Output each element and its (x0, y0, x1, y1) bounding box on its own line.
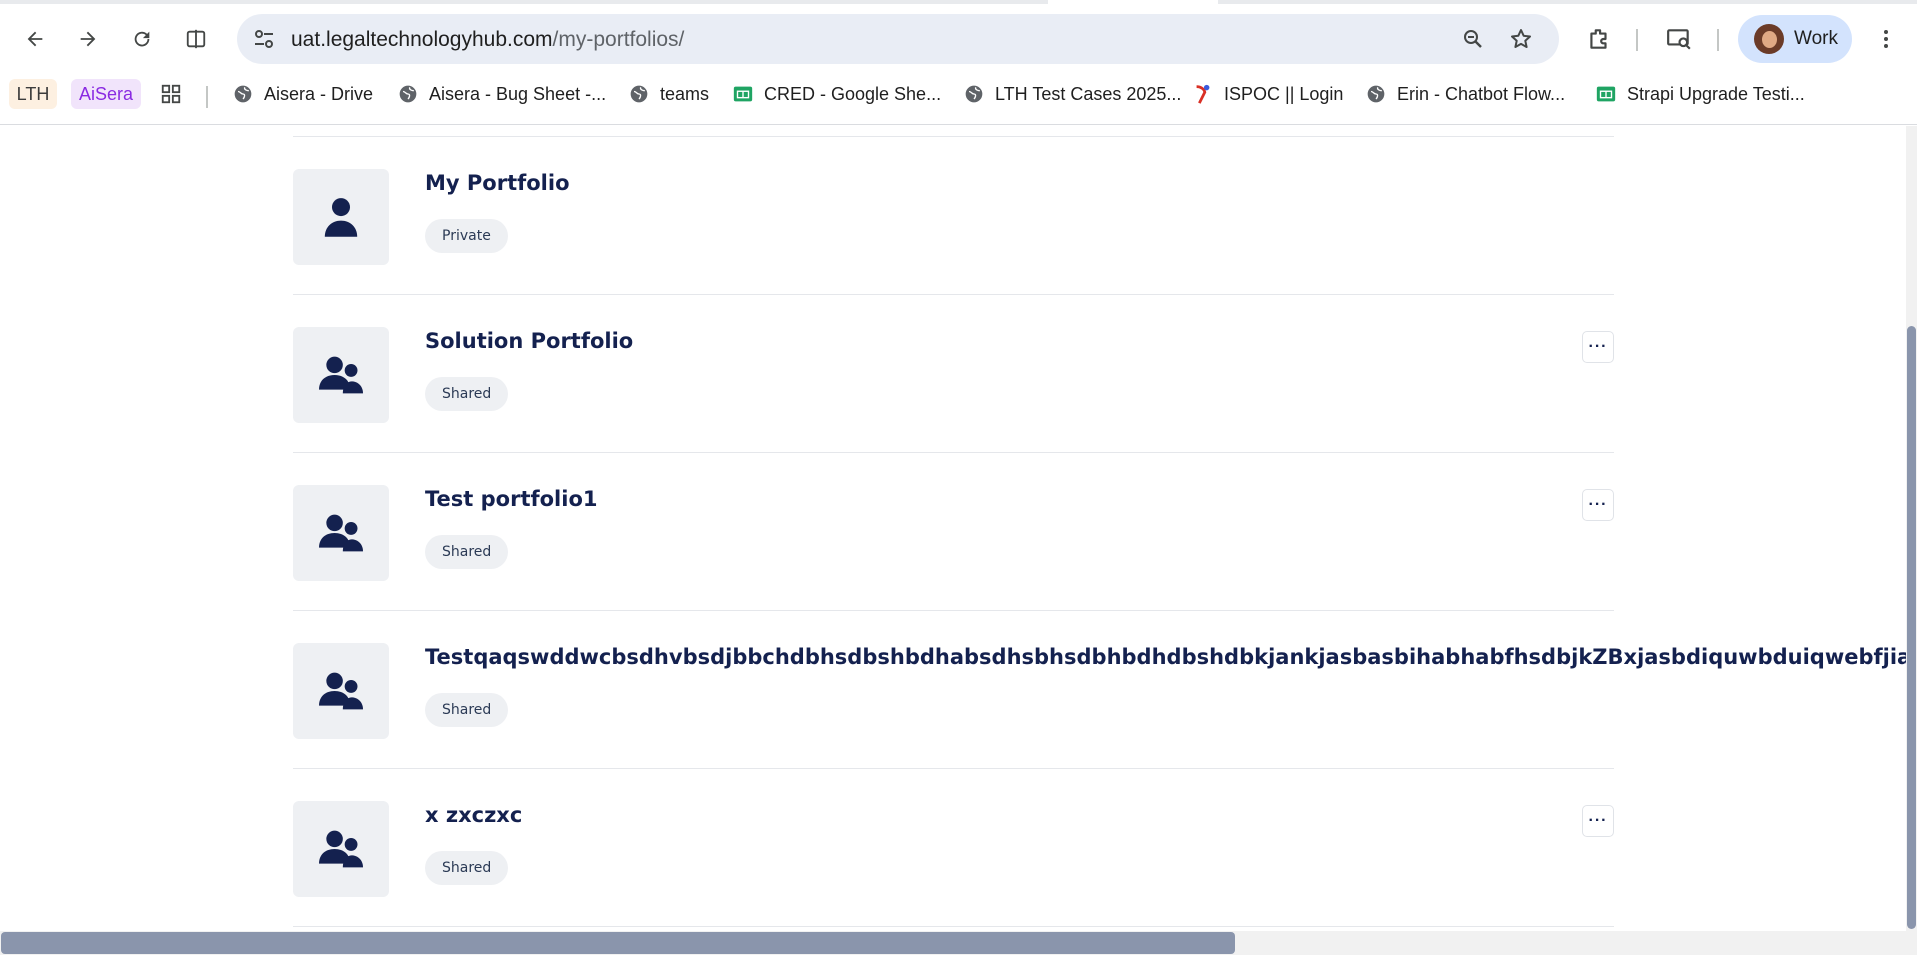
portfolio-title[interactable]: Test portfolio1 (425, 487, 597, 511)
split-view-button[interactable] (176, 19, 216, 59)
toolbar-separator (1636, 29, 1638, 51)
bookmark-item[interactable]: ISPOC || Login (1192, 79, 1343, 109)
more-options-button[interactable]: ··· (1582, 489, 1614, 521)
more-options-button[interactable]: ··· (1582, 805, 1614, 837)
visibility-badge: Shared (425, 693, 509, 727)
globe-icon (963, 83, 985, 105)
horizontal-scroll-thumb[interactable] (1, 932, 1235, 954)
ispoc-icon (1192, 83, 1214, 105)
vertical-scroll-thumb[interactable] (1907, 326, 1916, 929)
portfolio-thumbnail[interactable] (293, 327, 389, 423)
visibility-badge: Private (425, 219, 508, 253)
portfolio-title[interactable]: My Portfolio (425, 171, 570, 195)
globe-icon (232, 83, 254, 105)
bookmark-star-button[interactable] (1507, 25, 1535, 53)
url-path: /my-portfolios/ (552, 28, 685, 51)
bookmark-label: LTH (16, 83, 50, 104)
cast-search-icon (1667, 29, 1691, 50)
extensions-button[interactable] (1579, 19, 1619, 59)
bookmark-label: Aisera - Bug Sheet -... (429, 83, 607, 104)
cast-button[interactable] (1659, 19, 1699, 59)
users-icon (319, 356, 363, 394)
apps-button[interactable] (160, 79, 192, 109)
back-button[interactable] (15, 19, 55, 59)
portfolio-row-x-zxczxc[interactable]: x zxczxc Shared ··· (293, 769, 1614, 927)
forward-button[interactable] (68, 19, 108, 59)
portfolio-thumbnail[interactable] (293, 169, 389, 265)
bookmark-aisera[interactable]: AiSera (71, 79, 141, 109)
users-icon (319, 514, 363, 552)
site-info-button[interactable] (249, 24, 279, 54)
toolbar-separator (1717, 29, 1719, 51)
portfolio-row-testqaqs[interactable]: Shared (293, 611, 1614, 769)
page-content: My Portfolio Private Solution Portfolio … (0, 126, 1906, 931)
reload-button[interactable] (122, 19, 162, 59)
sheets-icon (732, 83, 754, 105)
arrow-left-icon (27, 31, 43, 47)
users-icon (319, 830, 363, 868)
portfolio-row-my-portfolio[interactable]: My Portfolio Private (293, 137, 1614, 295)
address-bar[interactable]: uat.legaltechnologyhub.com/my-portfolios… (237, 14, 1559, 64)
url-text[interactable]: uat.legaltechnologyhub.com/my-portfolios… (291, 28, 684, 52)
visibility-badge: Shared (425, 535, 509, 569)
zoom-icon (1464, 30, 1482, 48)
portfolio-thumbnail[interactable] (293, 485, 389, 581)
split-view-icon (186, 29, 206, 49)
bookmark-label: Strapi Upgrade Testi... (1627, 83, 1805, 104)
users-icon (319, 672, 363, 710)
portfolio-title[interactable]: x zxczxc (425, 803, 522, 827)
visibility-badge: Shared (425, 377, 509, 411)
bookmark-label: Erin - Chatbot Flow... (1397, 83, 1566, 104)
bookmark-label: AiSera (78, 83, 134, 104)
browser-menu-button[interactable] (1866, 19, 1906, 59)
browser-toolbar: uat.legaltechnologyhub.com/my-portfolios… (0, 12, 1917, 66)
arrow-right-icon (80, 31, 96, 47)
reload-icon (134, 31, 150, 47)
bookmarks-bar: LTH AiSera Aisera - Drive Aisera - Bug S… (0, 76, 1917, 114)
bookmark-item[interactable]: LTH Test Cases 2025... (963, 79, 1181, 109)
horizontal-scrollbar[interactable] (0, 931, 1917, 955)
portfolio-title[interactable]: Solution Portfolio (425, 329, 633, 353)
user-icon (324, 198, 358, 237)
bookmark-label: CRED - Google She... (764, 83, 942, 104)
bookmark-item[interactable]: Strapi Upgrade Testi... (1595, 79, 1805, 109)
bookmark-item[interactable]: CRED - Google She... (732, 79, 941, 109)
puzzle-icon (1590, 29, 1607, 49)
globe-icon (397, 83, 419, 105)
sheets-icon (1595, 83, 1617, 105)
apps-grid-icon (160, 83, 182, 105)
bookmark-item[interactable]: Aisera - Bug Sheet -... (397, 79, 606, 109)
bookmark-label: LTH Test Cases 2025... (995, 83, 1182, 104)
avatar (1754, 24, 1784, 54)
bookmark-lth[interactable]: LTH (9, 79, 57, 109)
url-host: uat.legaltechnologyhub.com (291, 28, 553, 51)
more-options-button[interactable]: ··· (1582, 331, 1614, 363)
bookmarks-separator (206, 86, 208, 108)
browser-chrome: uat.legaltechnologyhub.com/my-portfolios… (0, 0, 1917, 125)
bookmark-item[interactable]: teams (628, 79, 709, 109)
portfolio-thumbnail[interactable] (293, 801, 389, 897)
portfolio-title[interactable]: Testqaqswddwcbsdhvbsdjbbchdbhsdbshbdhabs… (425, 645, 1906, 669)
bookmark-item[interactable]: Erin - Chatbot Flow... (1365, 79, 1565, 109)
globe-icon (628, 83, 650, 105)
profile-button[interactable]: Work (1738, 15, 1852, 63)
bookmark-label: ISPOC || Login (1224, 83, 1344, 104)
tune-icon (255, 30, 273, 48)
kebab-menu-icon (1884, 30, 1888, 48)
bookmark-item[interactable]: Aisera - Drive (232, 79, 373, 109)
tab-strip (0, 0, 1917, 4)
portfolio-row-test-portfolio1[interactable]: Test portfolio1 Shared ··· (293, 453, 1614, 611)
zoom-button[interactable] (1459, 25, 1487, 53)
star-icon (1511, 29, 1531, 48)
bookmark-label: Aisera - Drive (264, 83, 374, 104)
visibility-badge: Shared (425, 851, 509, 885)
portfolio-thumbnail[interactable] (293, 643, 389, 739)
portfolio-row-solution-portfolio[interactable]: Solution Portfolio Shared ··· (293, 295, 1614, 453)
vertical-scrollbar[interactable] (1906, 126, 1917, 931)
profile-label: Work (1794, 28, 1838, 49)
bookmark-label: teams (660, 83, 710, 104)
globe-icon (1365, 83, 1387, 105)
